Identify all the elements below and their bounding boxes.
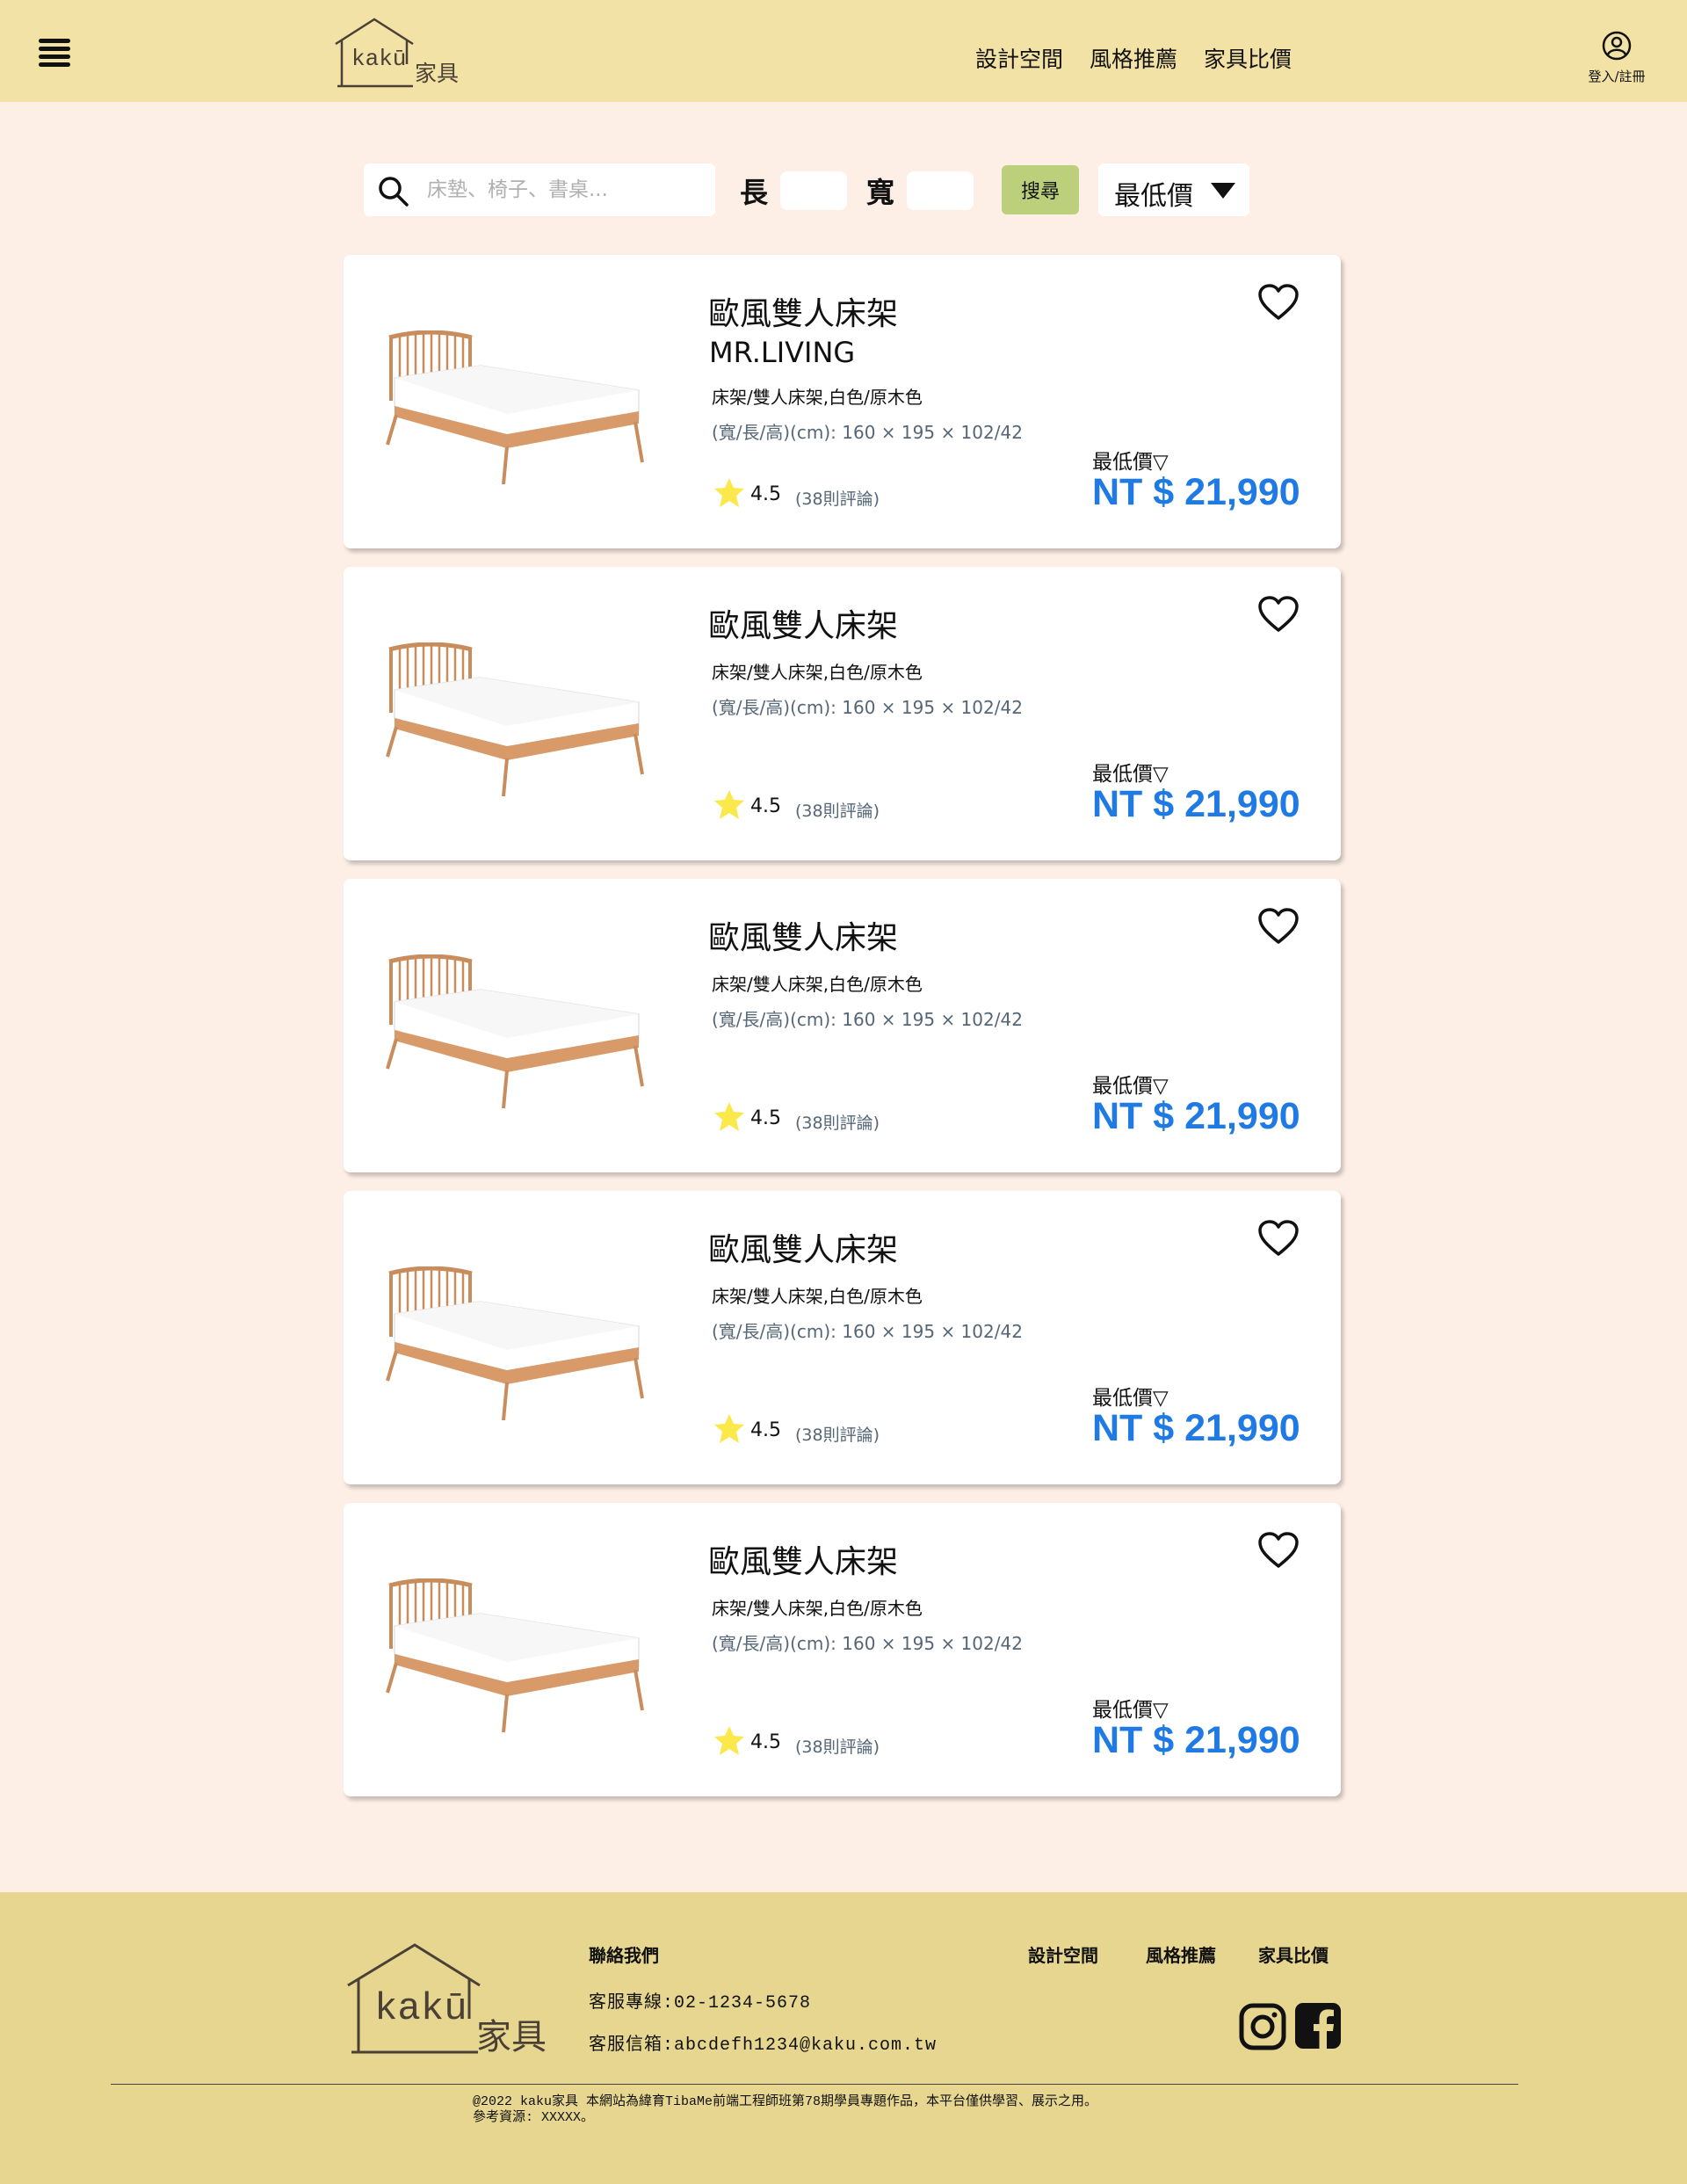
product-description: 床架/雙人床架,白色/原木色 — [712, 1598, 923, 1619]
rating-score: 4.5 — [750, 1107, 781, 1129]
facebook-icon[interactable] — [1295, 2003, 1341, 2049]
product-card[interactable]: 歐風雙人床架 床架/雙人床架,白色/原木色 (寬/長/高)(cm): 160 ×… — [344, 879, 1341, 1172]
star-icon — [714, 1726, 744, 1755]
product-price: NT $ 21,990 — [1092, 783, 1300, 825]
price-label[interactable]: 最低價▽ — [1092, 1069, 1169, 1099]
product-name[interactable]: 歐風雙人床架 — [708, 600, 898, 646]
product-name[interactable]: 歐風雙人床架 — [708, 288, 898, 334]
price-label[interactable]: 最低價▽ — [1092, 1381, 1169, 1411]
product-description: 床架/雙人床架,白色/原木色 — [712, 662, 923, 683]
product-dimensions: (寬/長/高)(cm): 160 × 195 × 102/42 — [712, 1009, 1023, 1030]
product-price: NT $ 21,990 — [1092, 1407, 1300, 1449]
heart-icon[interactable] — [1257, 283, 1300, 322]
star-icon — [714, 478, 744, 507]
nav-price-compare[interactable]: 家具比價 — [1204, 42, 1292, 74]
review-count[interactable]: (38則評論) — [795, 1110, 880, 1134]
copyright-text: @2022 kaku家具 本網站為緯育TibaMe前端工程師班第78期學員專題作… — [473, 2094, 1098, 2109]
logo-text-latin: kakū — [351, 46, 407, 72]
width-input[interactable] — [907, 171, 974, 210]
footer-logo[interactable]: kakū 家具 — [346, 1943, 548, 2057]
length-label: 長 — [740, 176, 769, 209]
footer-logo-cjk: 家具 — [476, 2017, 547, 2057]
product-card[interactable]: 歐風雙人床架 床架/雙人床架,白色/原木色 (寬/長/高)(cm): 160 ×… — [344, 1191, 1341, 1484]
product-price: NT $ 21,990 — [1092, 471, 1300, 513]
footer-copyright: @2022 kaku家具 本網站為緯育TibaMe前端工程師班第78期學員專題作… — [473, 2094, 1097, 2126]
sort-dropdown[interactable]: 最低價 — [1098, 163, 1249, 216]
star-icon — [714, 1102, 744, 1131]
price-label[interactable]: 最低價▽ — [1092, 757, 1169, 787]
nav-design-space[interactable]: 設計空間 — [975, 42, 1063, 74]
product-name[interactable]: 歐風雙人床架 — [708, 912, 898, 958]
search-button[interactable]: 搜尋 — [1002, 165, 1079, 214]
heart-icon[interactable] — [1257, 1219, 1300, 1258]
footer-nav-style-recommend[interactable]: 風格推薦 — [1146, 1941, 1216, 1967]
product-name[interactable]: 歐風雙人床架 — [708, 1536, 898, 1582]
references-text: 參考資源: XXXXX。 — [473, 2110, 595, 2125]
bed-image — [386, 1266, 644, 1421]
product-dimensions: (寬/長/高)(cm): 160 × 195 × 102/42 — [712, 1321, 1023, 1342]
heart-icon[interactable] — [1257, 1531, 1300, 1570]
product-card[interactable]: 歐風雙人床架 床架/雙人床架,白色/原木色 (寬/長/高)(cm): 160 ×… — [344, 1503, 1341, 1796]
bed-image — [386, 954, 644, 1109]
footer-logo-latin: kakū — [374, 1987, 467, 2031]
footer-nav-price-compare[interactable]: 家具比價 — [1258, 1941, 1329, 1967]
review-count[interactable]: (38則評論) — [795, 1734, 880, 1758]
bed-image — [386, 330, 644, 485]
product-description: 床架/雙人床架,白色/原木色 — [712, 1286, 923, 1307]
heart-icon[interactable] — [1257, 907, 1300, 946]
product-card[interactable]: 歐風雙人床架 MR.LIVING 床架/雙人床架,白色/原木色 (寬/長/高)(… — [344, 255, 1341, 548]
review-count[interactable]: (38則評論) — [795, 486, 880, 510]
product-card[interactable]: 歐風雙人床架 床架/雙人床架,白色/原木色 (寬/長/高)(cm): 160 ×… — [344, 567, 1341, 860]
rating-score: 4.5 — [750, 1419, 781, 1441]
footer-email[interactable]: 客服信箱:abcdefh1234@kaku.com.tw — [589, 2029, 937, 2056]
user-icon — [1602, 31, 1632, 61]
product-dimensions: (寬/長/高)(cm): 160 × 195 × 102/42 — [712, 697, 1023, 718]
product-name[interactable]: 歐風雙人床架 — [708, 1224, 898, 1270]
search-box[interactable] — [364, 163, 715, 216]
bed-image — [386, 642, 644, 797]
heart-icon[interactable] — [1257, 595, 1300, 634]
product-dimensions: (寬/長/高)(cm): 160 × 195 × 102/42 — [712, 1633, 1023, 1654]
nav-style-recommend[interactable]: 風格推薦 — [1090, 42, 1177, 74]
login-label: 登入/註冊 — [1588, 69, 1646, 84]
site-logo[interactable]: kakū 家具 — [334, 18, 466, 90]
price-label[interactable]: 最低價▽ — [1092, 1693, 1169, 1723]
review-count[interactable]: (38則評論) — [795, 1422, 880, 1446]
product-description: 床架/雙人床架,白色/原木色 — [712, 387, 923, 408]
menu-icon[interactable] — [39, 39, 70, 67]
login-button[interactable]: 登入/註冊 — [1582, 30, 1652, 85]
logo-text-cjk: 家具 — [415, 61, 460, 86]
search-input[interactable] — [427, 174, 699, 206]
sort-dropdown-label: 最低價 — [1114, 181, 1193, 212]
site-footer: kakū 家具 聯絡我們 客服專線:02-1234-5678 客服信箱:abcd… — [0, 1892, 1687, 2184]
footer-contact-heading: 聯絡我們 — [589, 1948, 659, 1968]
caret-down-icon — [1211, 183, 1235, 199]
footer-divider — [111, 2084, 1518, 2085]
footer-nav-design-space[interactable]: 設計空間 — [1028, 1941, 1098, 1967]
width-label: 寬 — [866, 176, 895, 209]
instagram-icon[interactable] — [1239, 2003, 1286, 2050]
length-input[interactable] — [780, 171, 847, 210]
star-icon — [714, 1414, 744, 1443]
product-brand: MR.LIVING — [709, 336, 856, 369]
star-icon — [714, 790, 744, 819]
footer-phone: 客服專線:02-1234-5678 — [589, 1993, 812, 2013]
review-count[interactable]: (38則評論) — [795, 798, 880, 822]
product-price: NT $ 21,990 — [1092, 1095, 1300, 1137]
product-price: NT $ 21,990 — [1092, 1719, 1300, 1761]
search-icon[interactable] — [378, 176, 409, 207]
rating-score: 4.5 — [750, 795, 781, 817]
price-label[interactable]: 最低價▽ — [1092, 445, 1169, 475]
rating-score: 4.5 — [750, 483, 781, 505]
rating-score: 4.5 — [750, 1731, 781, 1753]
site-header: kakū 家具 設計空間 風格推薦 家具比價 登入/註冊 — [0, 0, 1687, 102]
product-dimensions: (寬/長/高)(cm): 160 × 195 × 102/42 — [712, 422, 1023, 443]
bed-image — [386, 1578, 644, 1733]
product-description: 床架/雙人床架,白色/原木色 — [712, 974, 923, 995]
